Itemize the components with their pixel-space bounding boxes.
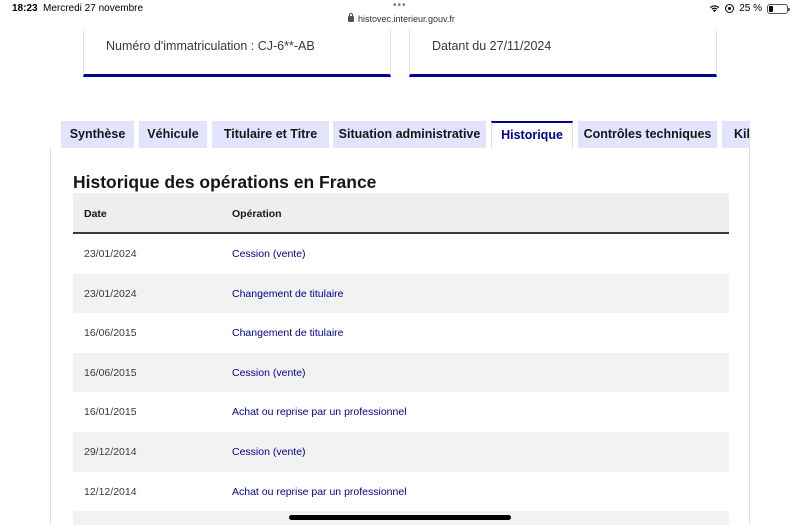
column-header-operation: Opération xyxy=(232,208,282,220)
report-date-card: Datant du 27/11/2024 xyxy=(409,30,717,77)
status-indicators: 25 % xyxy=(709,3,790,14)
row-operation: Achat ou reprise par un professionnel xyxy=(232,485,407,498)
registration-card: Numéro d'immatriculation : CJ-6**-AB xyxy=(83,30,391,77)
column-header-date: Date xyxy=(84,208,107,220)
table-body: 23/01/2024 Cession (vente) 23/01/2024 Ch… xyxy=(73,234,729,525)
row-operation: Cession (vente) xyxy=(232,445,306,458)
table-row: 16/06/2015 Cession (vente) xyxy=(73,352,729,393)
status-date: Mercredi 27 novembre xyxy=(43,3,144,14)
table-row: 29/12/2014 Cession (vente) xyxy=(73,431,729,472)
lock-icon xyxy=(348,13,354,22)
battery-fill xyxy=(769,5,774,12)
battery-icon xyxy=(767,3,790,14)
row-date: 16/06/2015 xyxy=(84,366,137,379)
tab-synthese[interactable]: Synthèse xyxy=(61,121,134,149)
tab-vehicule[interactable]: Véhicule xyxy=(139,121,207,149)
tab-titulaire[interactable]: Titulaire et Titre xyxy=(212,121,329,149)
history-table: Date Opération 23/01/2024 Cession (vente… xyxy=(73,193,729,525)
registration-number: Numéro d'immatriculation : CJ-6**-AB xyxy=(106,39,315,53)
table-row: 16/01/2015 Achat ou reprise par un profe… xyxy=(73,392,729,432)
table-row: 23/01/2024 Changement de titulaire xyxy=(73,273,729,314)
history-title: Historique des opérations en France xyxy=(73,172,377,192)
row-date: 23/01/2024 xyxy=(84,287,137,300)
row-date: 29/12/2014 xyxy=(84,445,137,458)
tab-bar: Synthèse Véhicule Titulaire et Titre Sit… xyxy=(61,121,750,149)
table-header: Date Opération xyxy=(73,193,729,234)
status-bar: 18:23 Mercredi 27 novembre ••• histovec.… xyxy=(0,0,800,30)
row-date: 16/01/2015 xyxy=(84,406,137,419)
url-bar[interactable]: histovec.interieur.gouv.fr xyxy=(348,13,455,24)
row-operation: Changement de titulaire xyxy=(232,327,344,340)
table-row: 16/06/2015 Changement de titulaire xyxy=(73,313,729,353)
tab-historique[interactable]: Historique xyxy=(491,121,573,149)
row-operation: Achat ou reprise par un professionnel xyxy=(232,406,407,419)
more-dots-icon[interactable]: ••• xyxy=(393,0,407,11)
home-indicator[interactable] xyxy=(289,515,511,520)
url-text: histovec.interieur.gouv.fr xyxy=(358,14,455,24)
row-operation: Cession (vente) xyxy=(232,366,306,379)
report-date: Datant du 27/11/2024 xyxy=(432,39,552,53)
wifi-icon xyxy=(710,5,720,13)
row-operation: Cession (vente) xyxy=(232,248,306,260)
history-panel: Historique des opérations en France Date… xyxy=(50,148,750,525)
table-row: 12/12/2014 Achat ou reprise par un profe… xyxy=(73,471,729,512)
status-time: 18:23 xyxy=(12,3,38,14)
tab-situation-administrative[interactable]: Situation administrative xyxy=(333,121,486,149)
row-date: 16/06/2015 xyxy=(84,327,137,340)
battery-text: 25 % xyxy=(739,3,762,14)
row-date: 12/12/2014 xyxy=(84,485,137,498)
table-row: 23/01/2024 Cession (vente) xyxy=(73,234,729,274)
orientation-lock-icon xyxy=(725,4,735,13)
tab-controles-techniques[interactable]: Contrôles techniques xyxy=(578,121,717,149)
row-operation: Changement de titulaire xyxy=(232,287,344,300)
tab-kilometrage[interactable]: Kilométrage xyxy=(722,121,750,149)
row-date: 23/01/2024 xyxy=(84,248,137,260)
